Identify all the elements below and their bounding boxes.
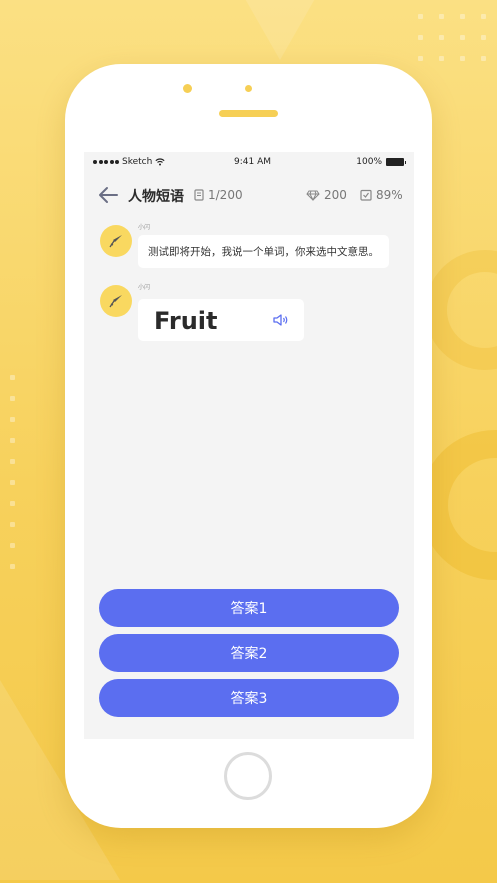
- speaker-icon[interactable]: [272, 312, 290, 328]
- back-arrow-icon[interactable]: [97, 185, 119, 205]
- app-screen: Sketch 9:41 AM 100% 人物短语 1/200 200 89% 小…: [84, 152, 414, 739]
- message-bubble: 测试即将开始，我说一个单词，你来选中文意思。: [138, 235, 389, 268]
- avatar: [100, 225, 132, 257]
- checkbox-icon: [360, 189, 372, 201]
- battery-percent: 100%: [356, 157, 382, 167]
- battery-icon: [386, 158, 406, 166]
- answer-button-2[interactable]: 答案2: [99, 634, 399, 672]
- nav-bar: 人物短语 1/200 200 89%: [84, 182, 414, 208]
- answer-button-1[interactable]: 答案1: [99, 589, 399, 627]
- carrier-label: Sketch: [122, 157, 153, 167]
- sender-name: 小闪: [138, 284, 151, 291]
- book-icon: [194, 189, 204, 201]
- message-text: 测试即将开始，我说一个单词，你来选中文意思。: [148, 246, 379, 258]
- sender-name: 小闪: [138, 224, 151, 231]
- clock: 9:41 AM: [234, 157, 271, 167]
- signal-icon: [93, 160, 119, 164]
- avatar: [100, 285, 132, 317]
- decor-ring: [425, 250, 497, 370]
- progress-text: 1/200: [208, 188, 243, 202]
- accuracy-indicator: 89%: [360, 188, 403, 202]
- decor-dots: [10, 375, 15, 569]
- decor-dots: [418, 14, 486, 61]
- decor-v-shape: [240, 0, 320, 60]
- accuracy-text: 89%: [376, 188, 403, 202]
- word-card: Fruit: [138, 299, 304, 341]
- wifi-icon: [155, 158, 165, 166]
- quiz-word: Fruit: [154, 307, 218, 335]
- answer-button-3[interactable]: 答案3: [99, 679, 399, 717]
- gems-count: 200: [324, 188, 347, 202]
- earpiece: [219, 110, 278, 117]
- rocket-icon: [109, 295, 122, 308]
- page-title: 人物短语: [128, 189, 184, 205]
- home-button[interactable]: [224, 752, 272, 800]
- front-camera: [183, 84, 192, 93]
- progress-indicator: 1/200: [194, 188, 243, 202]
- gems-counter: 200: [306, 188, 347, 202]
- proximity-sensor: [245, 85, 252, 92]
- diamond-icon: [306, 190, 320, 201]
- status-bar: Sketch 9:41 AM 100%: [84, 152, 414, 172]
- rocket-icon: [109, 235, 122, 248]
